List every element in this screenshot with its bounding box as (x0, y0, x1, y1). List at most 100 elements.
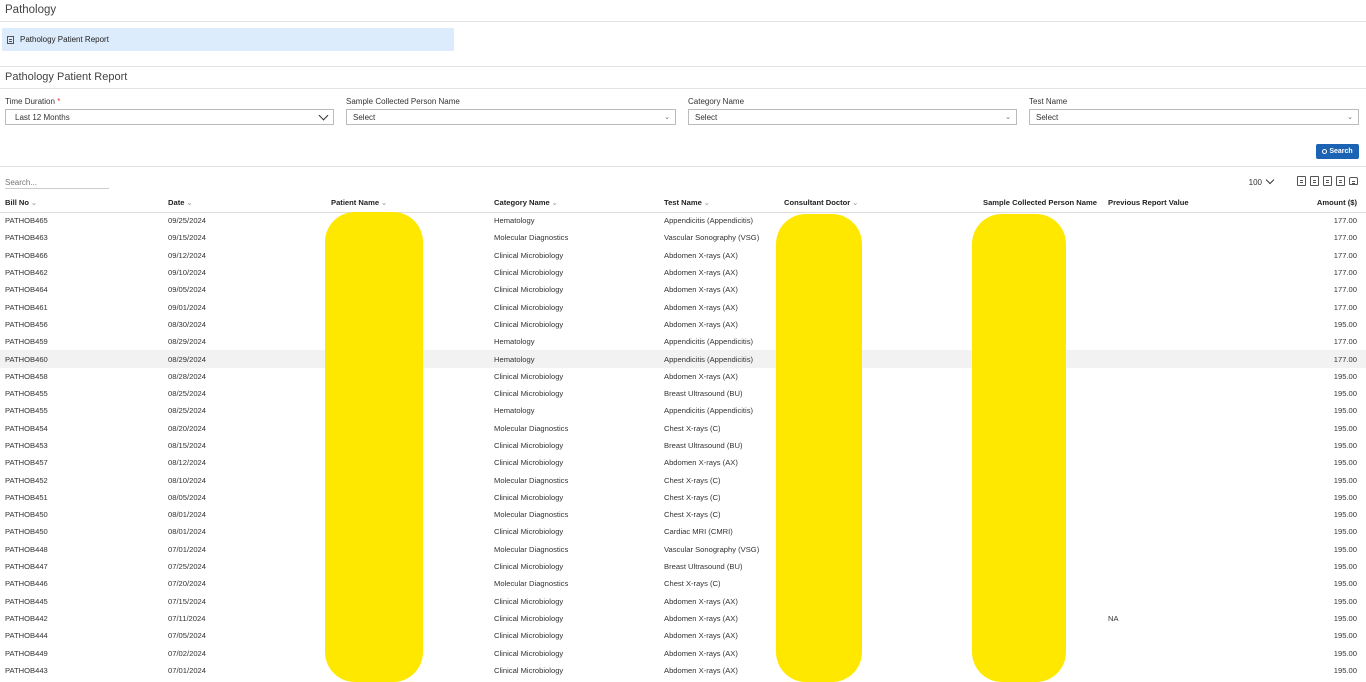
table-row[interactable]: PATHOB457 08/12/2024 Clinical Microbiology… (0, 454, 1366, 471)
date-cell: 08/28/2024 (168, 371, 207, 381)
table-row[interactable]: PATHOB442 07/11/2024 Clinical Microbiology… (0, 610, 1366, 627)
test-name-cell: Abdomen X-rays (AX) (664, 648, 738, 658)
amount-cell: 195.00 (1333, 475, 1357, 485)
print-icon[interactable] (1349, 177, 1358, 185)
csv-icon[interactable] (1323, 176, 1332, 186)
column-header-date[interactable]: Date ⌄ (163, 193, 326, 213)
category-cell: Clinical Microbiology (494, 458, 564, 468)
amount-cell: 195.00 (1333, 544, 1357, 554)
table-row[interactable]: PATHOB456 08/30/2024 Clinical Microbiology… (0, 316, 1366, 333)
previous-report-value-cell (1103, 489, 1233, 506)
table-row[interactable]: PATHOB445 07/15/2024 Clinical Microbiology… (0, 593, 1366, 610)
bill-no-cell: PATHOB450 (5, 527, 48, 537)
table-row[interactable]: PATHOB455 08/25/2024 Clinical Microbiology… (0, 385, 1366, 402)
bill-no-cell: PATHOB457 (5, 458, 48, 468)
table-row[interactable]: PATHOB446 07/20/2024 Molecular Diagnostics… (0, 575, 1366, 592)
copy-icon[interactable] (1297, 176, 1306, 186)
previous-report-value-cell (1103, 558, 1233, 575)
bill-no-cell: PATHOB445 (5, 596, 48, 606)
date-cell: 07/01/2024 (168, 665, 207, 675)
table-row[interactable]: PATHOB444 07/05/2024 Clinical Microbiology… (0, 627, 1366, 644)
previous-report-value-cell (1103, 281, 1233, 298)
table-row[interactable]: PATHOB455 08/25/2024 Hematology Appendiciti… (0, 402, 1366, 419)
table-body: PATHOB465 09/25/2024 Hematology Appendiciti… (0, 212, 1366, 679)
amount-cell: 177.00 (1333, 250, 1357, 260)
bill-no-cell: PATHOB452 (5, 475, 48, 485)
amount-cell: 177.00 (1333, 268, 1357, 278)
table-row[interactable]: PATHOB452 08/10/2024 Molecular Diagnostics… (0, 471, 1366, 488)
table-row[interactable]: PATHOB458 08/28/2024 Clinical Microbiology… (0, 368, 1366, 385)
table-search-input[interactable] (5, 177, 109, 189)
column-header-consultant-doctor[interactable]: Consultant Doctor ⌄ (779, 193, 978, 213)
table-row[interactable]: PATHOB443 07/01/2024 Clinical Microbiology… (0, 662, 1366, 679)
table-row[interactable]: PATHOB450 08/01/2024 Clinical Microbiology… (0, 523, 1366, 540)
search-button[interactable]: Search (1316, 144, 1359, 159)
table-row[interactable]: PATHOB462 09/10/2024 Clinical Microbiology… (0, 264, 1366, 281)
test-name-cell: Chest X-rays (C) (664, 510, 721, 520)
column-header-category-name[interactable]: Category Name ⌄ (489, 193, 659, 213)
table-row[interactable]: PATHOB448 07/01/2024 Molecular Diagnostics… (0, 541, 1366, 558)
previous-report-value-cell (1103, 212, 1233, 229)
redaction-consultant-doctor (776, 214, 862, 682)
pdf-icon[interactable] (1336, 176, 1345, 186)
test-name-cell: Abdomen X-rays (AX) (664, 285, 738, 295)
previous-report-value-cell (1103, 541, 1233, 558)
table-row[interactable]: PATHOB447 07/25/2024 Clinical Microbiology… (0, 558, 1366, 575)
previous-report-value-cell (1103, 506, 1233, 523)
test-name-cell: Abdomen X-rays (AX) (664, 371, 738, 381)
column-header-test-name[interactable]: Test Name ⌄ (659, 193, 779, 213)
table-row[interactable]: PATHOB451 08/05/2024 Clinical Microbiology… (0, 489, 1366, 506)
amount-cell: 195.00 (1333, 527, 1357, 537)
test-name-cell: Abdomen X-rays (AX) (664, 268, 738, 278)
test-name-cell: Breast Ultrasound (BU) (664, 562, 743, 572)
table-row[interactable]: PATHOB465 09/25/2024 Hematology Appendiciti… (0, 212, 1366, 229)
table-row[interactable]: PATHOB464 09/05/2024 Clinical Microbiology… (0, 281, 1366, 298)
time-duration-select[interactable]: Last 12 Months (5, 109, 334, 125)
breadcrumb-item-patient-report[interactable]: Pathology Patient Report (2, 28, 454, 51)
previous-report-value-cell (1103, 368, 1233, 385)
date-cell: 08/25/2024 (168, 406, 207, 416)
table-row[interactable]: PATHOB459 08/29/2024 Hematology Appendiciti… (0, 333, 1366, 350)
amount-cell: 195.00 (1333, 441, 1357, 450)
test-name-select[interactable]: Select ⌄ (1029, 109, 1359, 125)
table-row[interactable]: PATHOB454 08/20/2024 Molecular Diagnostics… (0, 420, 1366, 437)
excel-icon[interactable] (1310, 176, 1319, 186)
sample-collected-person-select[interactable]: Select ⌄ (346, 109, 676, 125)
date-cell: 09/10/2024 (168, 268, 207, 278)
category-cell: Clinical Microbiology (494, 562, 564, 572)
table-row[interactable]: PATHOB466 09/12/2024 Clinical Microbiology… (0, 247, 1366, 264)
category-cell: Molecular Diagnostics (494, 475, 569, 485)
amount-cell: 195.00 (1333, 562, 1357, 572)
table-row[interactable]: PATHOB461 09/01/2024 Clinical Microbiology… (0, 298, 1366, 315)
table-row[interactable]: PATHOB460 08/29/2024 Hematology Appendiciti… (0, 350, 1366, 368)
previous-report-value-cell (1103, 298, 1233, 315)
date-cell: 07/11/2024 (168, 613, 206, 623)
redaction-patient-name (325, 212, 423, 682)
test-name-cell: Vascular Sonography (VSG) (664, 544, 760, 554)
category-cell: Clinical Microbiology (494, 596, 564, 606)
category-cell: Hematology (494, 337, 535, 347)
sample-collected-person-value: Select (353, 112, 376, 122)
category-cell: Molecular Diagnostics (494, 510, 569, 520)
date-cell: 08/01/2024 (168, 527, 207, 537)
column-header-bill-no[interactable]: Bill No ⌄ (0, 193, 163, 213)
table-row[interactable]: PATHOB463 09/15/2024 Molecular Diagnostics… (0, 229, 1366, 246)
date-cell: 08/30/2024 (168, 319, 207, 329)
page-size-select[interactable]: 100 (1249, 175, 1275, 187)
test-name-cell: Abdomen X-rays (AX) (664, 302, 738, 312)
bill-no-cell: PATHOB444 (5, 631, 48, 641)
amount-cell: 195.00 (1333, 596, 1357, 606)
amount-cell: 177.00 (1333, 233, 1357, 243)
date-cell: 07/20/2024 (168, 579, 207, 589)
table-row[interactable]: PATHOB453 08/15/2024 Clinical Microbiology… (0, 437, 1366, 454)
table-row[interactable]: PATHOB449 07/02/2024 Clinical Microbiology… (0, 644, 1366, 661)
column-header-patient-name[interactable]: Patient Name ⌄ (326, 193, 489, 213)
bill-no-cell: PATHOB466 (5, 250, 48, 260)
amount-cell: 177.00 (1333, 302, 1357, 312)
caret-down-icon: ⌄ (664, 114, 670, 121)
date-cell: 08/01/2024 (168, 510, 207, 520)
amount-cell: 195.00 (1333, 423, 1357, 433)
table-row[interactable]: PATHOB450 08/01/2024 Molecular Diagnostics… (0, 506, 1366, 523)
bill-no-cell: PATHOB456 (5, 319, 48, 329)
category-name-select[interactable]: Select ⌄ (688, 109, 1017, 125)
